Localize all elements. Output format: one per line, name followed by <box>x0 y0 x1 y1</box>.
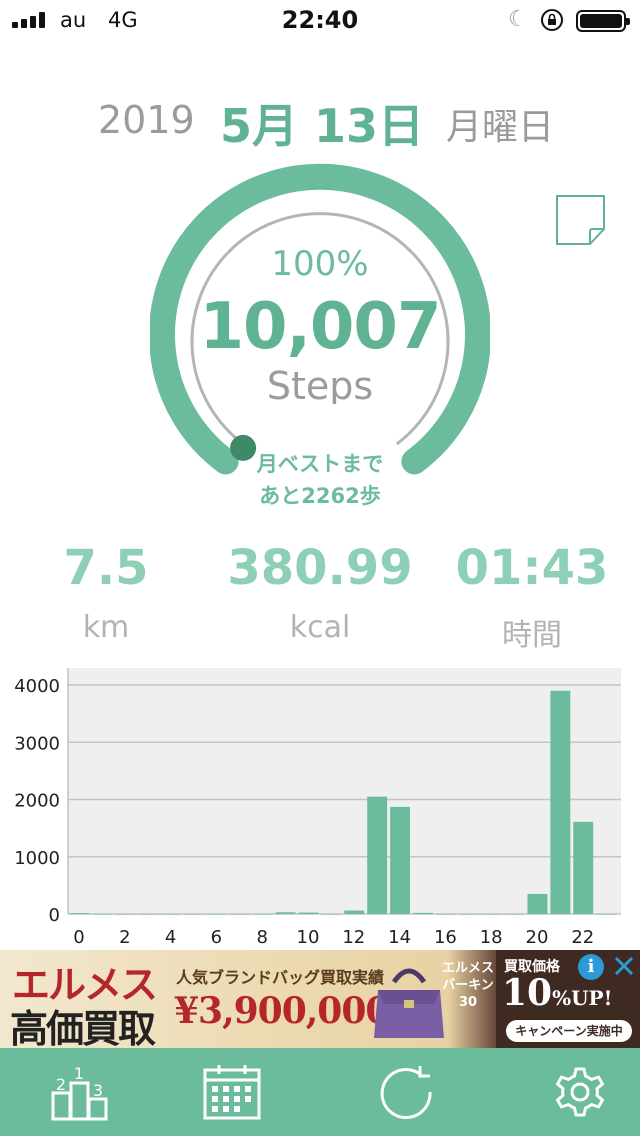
chart-bar-hour-0 <box>69 913 90 914</box>
chart-bar-hour-22 <box>573 821 594 914</box>
chart-bar-hour-8 <box>252 914 273 915</box>
duration-unit: 時間 <box>502 618 562 653</box>
x-tick-label: 14 <box>388 927 411 948</box>
battery-icon <box>576 10 630 32</box>
ad-bag-tag: エルメス バーキン 30 <box>441 961 494 1010</box>
stat-duration: 01:43 時間 <box>432 540 632 654</box>
progress-percent: 100% <box>271 244 369 284</box>
x-tick-label: 2 <box>119 927 130 948</box>
ad-price: ¥3,900,000 <box>174 990 390 1032</box>
chart-bar-hour-23 <box>596 914 617 915</box>
x-tick-label: 0 <box>73 927 84 948</box>
x-tick-label: 22 <box>571 927 594 948</box>
calories-value: 380.99 <box>227 540 413 596</box>
duration-value: 01:43 <box>455 540 609 596</box>
date-year: 2019 <box>98 98 195 142</box>
chart-bar-hour-21 <box>550 690 571 914</box>
steps-unit: Steps <box>266 364 374 404</box>
chart-bar-hour-18 <box>481 914 502 915</box>
chart-bar-hour-14 <box>390 806 410 914</box>
svg-text:2: 2 <box>56 1075 66 1094</box>
hourly-steps-chart: 0 1000 2000 3000 4000 0 2 4 6 8 10 12 14 16 18 20 22 <box>14 668 621 948</box>
x-tick-label: 18 <box>480 927 503 948</box>
steps-count: 10,007 <box>199 290 442 364</box>
ad-banner[interactable]: エルメス 高価買取 人気ブランドバッグ買取実績 ¥3,900,000 エルメスバ… <box>0 950 640 1051</box>
tab-settings[interactable] <box>500 1048 640 1136</box>
stat-distance: 7.5 km <box>6 540 206 645</box>
date-month-day: 5月 13日 <box>220 99 425 153</box>
chart-bar-hour-3 <box>138 914 159 915</box>
chart-bar-hour-19 <box>504 914 525 915</box>
tab-calendar[interactable] <box>152 1048 312 1136</box>
chart-bar-hour-13 <box>367 796 388 914</box>
tab-refresh[interactable] <box>326 1048 486 1136</box>
tab-bar: 2 1 3 <box>0 1048 640 1136</box>
calories-unit: kcal <box>289 610 351 645</box>
monthly-best-line2: あと2262歩 <box>259 484 381 508</box>
chart-bar-hour-17 <box>458 914 479 915</box>
chart-bar-hour-15 <box>413 912 433 914</box>
chart-bar-hour-7 <box>229 914 250 915</box>
chart-bar-hour-4 <box>161 914 181 915</box>
chart-bar-hour-5 <box>184 914 204 915</box>
chart-bar-hour-9 <box>275 912 296 914</box>
y-tick-label: 3000 <box>14 733 60 754</box>
chart-bar-hour-1 <box>92 914 113 915</box>
date-weekday: 月曜日 <box>446 107 555 148</box>
ad-cta: キャンペーン実施中 <box>506 1020 632 1042</box>
settings-icon <box>556 1067 604 1117</box>
x-tick-label: 20 <box>526 927 549 948</box>
x-tick-label: 8 <box>256 927 267 948</box>
x-tick-label: 16 <box>434 927 457 948</box>
calendar-icon <box>203 1065 261 1120</box>
x-tick-label: 6 <box>211 927 222 948</box>
chart-bar-hour-20 <box>527 893 548 914</box>
chart-bar-hour-12 <box>344 910 365 914</box>
svg-text:1: 1 <box>74 1064 84 1083</box>
handbag-icon <box>374 968 444 1038</box>
rotation-lock-icon <box>541 9 563 31</box>
y-tick-label: 0 <box>49 905 60 926</box>
chart-bar-hour-6 <box>206 914 227 915</box>
distance-unit: km <box>82 610 130 645</box>
ranking-icon: 2 1 3 <box>51 1064 108 1121</box>
date-header[interactable]: 2019 5月 13日 月曜日 <box>0 92 640 153</box>
x-tick-label: 4 <box>165 927 176 948</box>
chart-bar-hour-11 <box>321 914 342 915</box>
ad-close-icon[interactable] <box>610 952 638 980</box>
y-tick-label: 2000 <box>14 791 60 812</box>
monthly-best-line1: 月ベストまで <box>256 452 384 476</box>
chart-bar-hour-16 <box>435 914 456 915</box>
x-tick-label: 12 <box>342 927 365 948</box>
x-tick-label: 10 <box>297 927 320 948</box>
stat-calories: 380.99 kcal <box>220 540 420 645</box>
memo-icon[interactable] <box>556 195 605 245</box>
chart-bar-hour-2 <box>115 914 136 915</box>
chart-bar-hour-10 <box>298 912 319 914</box>
svg-text:3: 3 <box>93 1081 103 1100</box>
y-tick-label: 4000 <box>14 676 60 697</box>
moon-icon: ☾ <box>508 7 528 32</box>
ad-subtitle: 人気ブランドバッグ買取実績 <box>176 968 385 987</box>
chart-plot-area <box>68 668 621 914</box>
y-tick-label: 1000 <box>14 848 60 869</box>
status-bar: au 4G 22:40 ☾ <box>0 0 640 40</box>
ad-headline2: 高価買取 <box>10 1006 156 1051</box>
ad-info-icon[interactable]: i <box>578 954 604 980</box>
distance-value: 7.5 <box>63 540 149 596</box>
refresh-icon <box>380 1066 432 1119</box>
tab-ranking[interactable]: 2 1 3 <box>0 1048 160 1136</box>
